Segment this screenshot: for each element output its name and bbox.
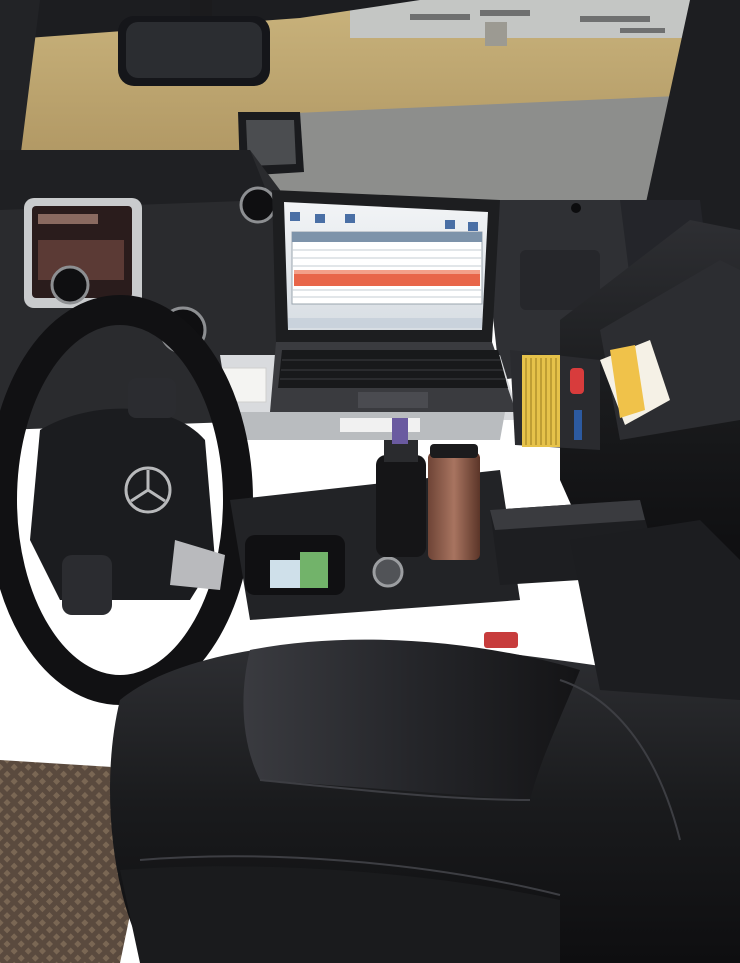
- keyboard: [278, 350, 508, 388]
- car-interior-photo: [0, 0, 740, 963]
- copper-tumbler: [428, 452, 480, 560]
- wheel-spoke-trim: [170, 540, 225, 590]
- wheel-buttons-left: [62, 555, 112, 615]
- control-knob: [372, 556, 404, 588]
- black-tumbler: [376, 455, 426, 557]
- air-vent: [239, 186, 277, 224]
- spreadsheet-window: [291, 231, 483, 305]
- laptop: [270, 190, 516, 412]
- air-vent: [50, 265, 90, 305]
- hanging-folders: [522, 355, 560, 447]
- wheel-buttons-top: [128, 378, 176, 418]
- touchpad: [358, 392, 428, 408]
- seatbelt-buckle: [484, 632, 518, 648]
